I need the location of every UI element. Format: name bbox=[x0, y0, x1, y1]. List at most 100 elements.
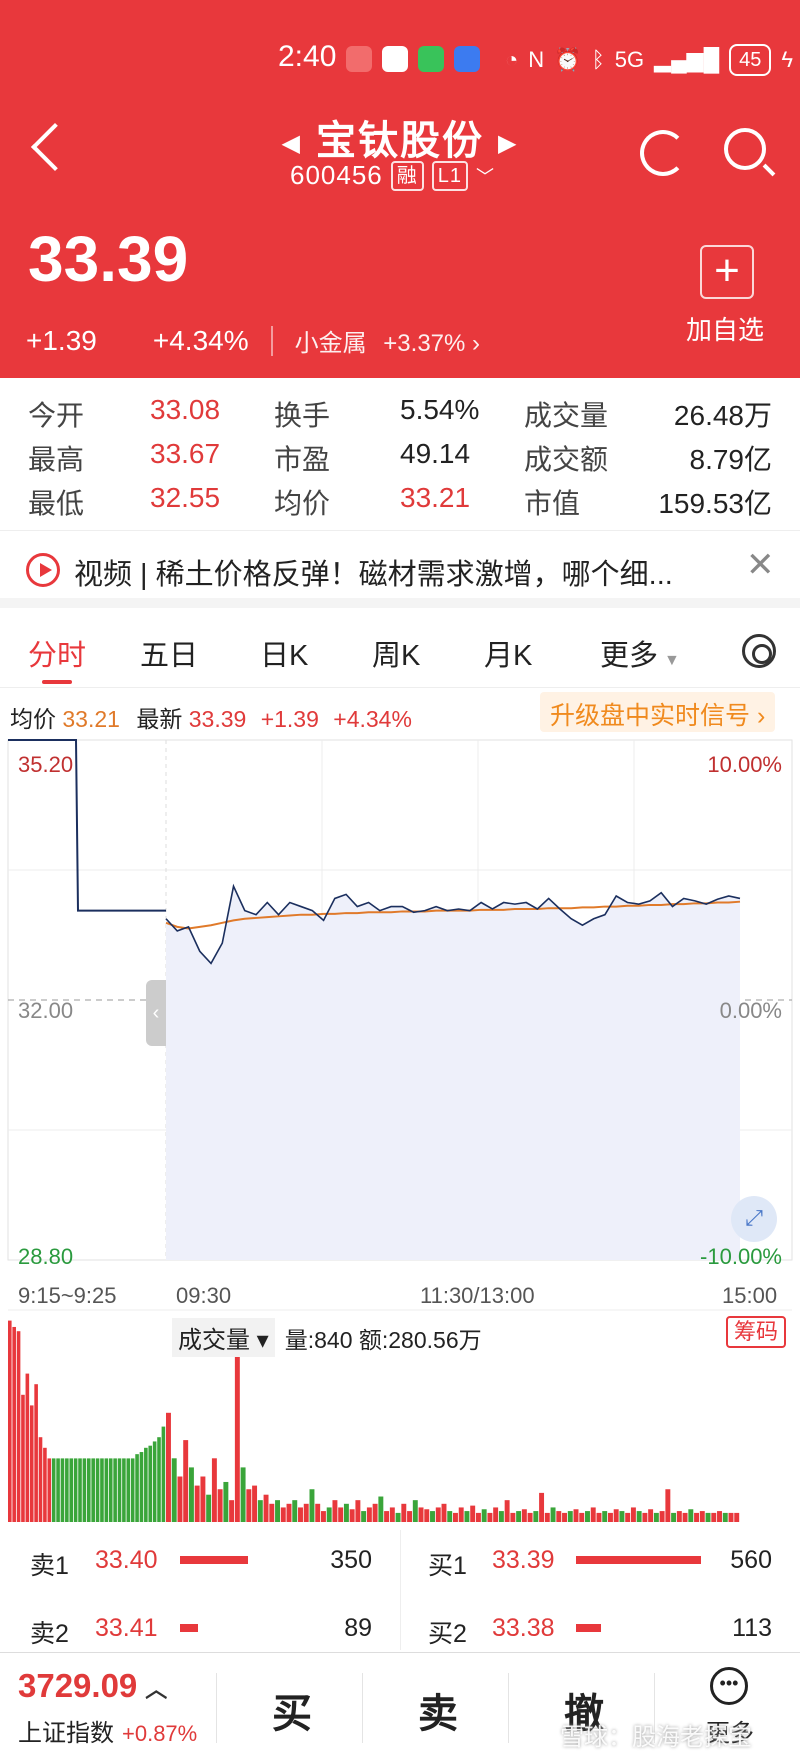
premarket-volume-bar bbox=[117, 1458, 122, 1522]
quote-grid: 今开 33.08 换手 5.54% 成交量 26.48万 最高 33.67 市盈… bbox=[0, 388, 800, 528]
add-watch-label[interactable]: 加自选 bbox=[686, 310, 764, 347]
bottom-trade-bar: 3729.09 ︿ 上证指数 +0.87% 买 卖 撤 ••• 更多 雪球：股海老探… bbox=[0, 1652, 800, 1760]
volume-bar bbox=[211, 1458, 217, 1522]
quote-label: 最低 bbox=[28, 488, 85, 519]
volume-bar bbox=[539, 1492, 545, 1522]
y-axis-top-label: 35.20 bbox=[18, 752, 74, 777]
last-change-pct: +4.34% bbox=[333, 706, 412, 732]
volume-bar bbox=[292, 1500, 298, 1522]
volume-bar bbox=[579, 1512, 585, 1522]
refresh-icon[interactable] bbox=[640, 130, 686, 176]
stock-header: 2:40 ◔ N ⏰ ᛒ 5G ▂▄▆█ 45 ϟ ◀ 宝钛股份 ▶ 600456 … bbox=[0, 0, 800, 378]
volume-bar bbox=[338, 1507, 344, 1522]
volume-selector[interactable]: 成交量 ▾ bbox=[172, 1318, 275, 1357]
news-banner[interactable]: 视频 | 稀土价格反弹！磁材需求激增，哪个细... ✕ bbox=[0, 530, 800, 608]
volume-bar bbox=[252, 1485, 258, 1522]
status-icons: ◔ N ⏰ ᛒ 5G ▂▄▆█ 45 ϟ bbox=[505, 42, 793, 78]
buy1-qty: 560 bbox=[730, 1546, 772, 1574]
volume-bar bbox=[275, 1500, 280, 1522]
more-icon[interactable]: ••• bbox=[710, 1667, 748, 1705]
volume-bar bbox=[734, 1512, 740, 1522]
volume-bar bbox=[464, 1511, 470, 1522]
volume-bar bbox=[676, 1511, 682, 1522]
tab-more[interactable]: 更多 ▼ bbox=[600, 632, 680, 674]
caret-down-icon: ▼ bbox=[664, 652, 680, 669]
bluetooth-icon: ᛒ bbox=[591, 47, 605, 72]
news-headline[interactable]: 视频 | 稀土价格反弹！磁材需求激增，哪个细... bbox=[74, 551, 673, 593]
tab-intraday[interactable]: 分时 bbox=[28, 632, 86, 684]
premarket-volume-bar bbox=[21, 1394, 25, 1522]
buy1-volume-bar bbox=[576, 1556, 701, 1564]
volume-bar bbox=[470, 1505, 476, 1522]
volume-bar bbox=[407, 1511, 413, 1522]
volume-bar bbox=[206, 1494, 212, 1522]
next-stock-icon[interactable]: ▶ bbox=[484, 130, 532, 157]
tab-five-day[interactable]: 五日 bbox=[140, 632, 198, 674]
buy2-qty: 113 bbox=[732, 1614, 772, 1642]
premarket-volume-bar bbox=[82, 1458, 87, 1522]
premarket-volume-bar bbox=[51, 1458, 56, 1522]
volume-bar bbox=[728, 1512, 734, 1522]
search-icon[interactable] bbox=[724, 128, 766, 170]
quote-value: 26.48万 bbox=[673, 400, 772, 431]
intraday-chart[interactable] bbox=[0, 736, 800, 1536]
volume-bar bbox=[510, 1512, 516, 1522]
volume-bar bbox=[166, 1412, 171, 1522]
chart-tabs: 分时 五日 日K 周K 月K 更多 ▼ bbox=[0, 618, 800, 688]
volume-bar bbox=[171, 1458, 177, 1522]
last-value: 33.39 bbox=[188, 706, 247, 732]
sell-button[interactable]: 卖 bbox=[418, 1681, 458, 1739]
volume-bar bbox=[699, 1511, 705, 1522]
avg-label: 均价 bbox=[10, 706, 56, 732]
volume-bar bbox=[458, 1507, 464, 1522]
network-label: 5G bbox=[614, 47, 645, 72]
buy1-label: 买1 bbox=[428, 1552, 467, 1580]
quote-value: 159.53亿 bbox=[658, 488, 772, 519]
volume-bar bbox=[619, 1511, 625, 1522]
realtime-signal-button[interactable]: 升级盘中实时信号 › bbox=[540, 692, 776, 732]
premarket-volume-bar bbox=[78, 1458, 82, 1522]
volume-bar bbox=[234, 1349, 240, 1522]
tab-more-label: 更多 bbox=[600, 640, 659, 672]
volume-bar bbox=[430, 1511, 435, 1522]
stock-subtitle[interactable]: 600456 融 L1 ﹀ bbox=[290, 160, 495, 191]
premarket-volume-bar bbox=[12, 1326, 16, 1522]
quote-label: 均价 bbox=[274, 488, 331, 519]
quote-value: 32.55 bbox=[150, 482, 221, 513]
buy-button[interactable]: 买 bbox=[272, 1681, 312, 1739]
volume-bar bbox=[671, 1512, 677, 1522]
volume-bar bbox=[355, 1500, 361, 1522]
sector-link[interactable]: 小金属 +3.37% › bbox=[295, 323, 480, 358]
volume-bar bbox=[200, 1476, 206, 1522]
volume-bar bbox=[550, 1507, 556, 1522]
close-icon[interactable]: ✕ bbox=[746, 545, 775, 585]
prev-stock-icon[interactable]: ◀ bbox=[268, 130, 316, 157]
volume-bar bbox=[263, 1494, 269, 1522]
index-value: 3729.09 ︿ bbox=[18, 1667, 167, 1705]
quote-label: 市值 bbox=[524, 488, 581, 519]
volume-bar bbox=[384, 1511, 390, 1522]
volume-bar bbox=[389, 1507, 395, 1522]
settings-icon[interactable] bbox=[742, 634, 776, 668]
premarket-volume-bar bbox=[8, 1320, 12, 1522]
volume-bar bbox=[257, 1500, 263, 1522]
tab-daily-k[interactable]: 日K bbox=[260, 632, 308, 674]
add-watch-button[interactable]: + bbox=[700, 245, 754, 299]
premarket-volume-bar bbox=[91, 1458, 95, 1522]
volume-bar bbox=[223, 1481, 229, 1522]
tab-weekly-k[interactable]: 周K bbox=[372, 632, 420, 674]
volume-bar bbox=[378, 1496, 384, 1522]
quote-value: 33.21 bbox=[400, 482, 471, 513]
volume-bar bbox=[630, 1507, 636, 1522]
tab-monthly-k[interactable]: 月K bbox=[484, 632, 532, 674]
volume-bar bbox=[217, 1489, 223, 1522]
premarket-volume-bar bbox=[108, 1458, 113, 1522]
fullscreen-icon[interactable]: ⤢ bbox=[731, 1196, 777, 1242]
volume-bar bbox=[298, 1507, 303, 1522]
volume-bar bbox=[590, 1507, 596, 1522]
collapse-premarket-handle[interactable]: ‹ bbox=[146, 980, 166, 1046]
x-axis-label-midday: 11:30/13:00 bbox=[420, 1283, 535, 1308]
chips-button[interactable]: 筹码 bbox=[726, 1316, 787, 1348]
premarket-volume-bar bbox=[38, 1437, 43, 1522]
volume-bar bbox=[315, 1503, 321, 1522]
